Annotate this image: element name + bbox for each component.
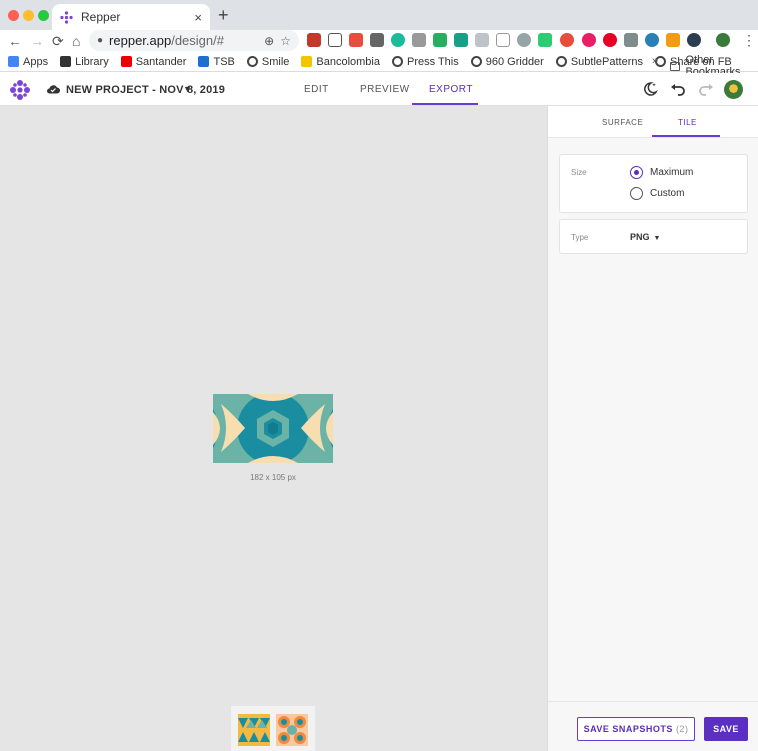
bookmark-bancolombia[interactable]: Bancolombia	[301, 56, 380, 68]
user-avatar[interactable]	[724, 80, 743, 99]
browser-tab-strip: Repper × +	[0, 0, 758, 30]
extension-badge-icon[interactable]	[349, 33, 363, 47]
tab-preview[interactable]: PREVIEW	[360, 84, 410, 95]
folder-icon	[670, 61, 681, 71]
globe-icon	[470, 56, 482, 67]
address-bar[interactable]: ● repper.app/design/# ⊕ ☆	[89, 30, 299, 51]
heart-icon[interactable]	[560, 33, 574, 47]
pinterest-icon[interactable]	[603, 33, 617, 47]
tab-title: Repper	[81, 10, 121, 24]
size-label: Size	[571, 168, 587, 177]
undo-icon[interactable]	[670, 81, 686, 97]
new-tab-button[interactable]: +	[218, 5, 229, 26]
bookmark-santander[interactable]: Santander	[120, 56, 186, 68]
apps-grid-icon	[8, 56, 19, 67]
bookmark-library[interactable]: Library	[60, 56, 109, 68]
panel-tab-bar: SURFACE TILE	[548, 106, 758, 138]
extension-icon[interactable]	[517, 33, 531, 47]
export-settings-panel: SURFACE TILE Size Maximum Custom Type PN…	[547, 106, 758, 751]
tab-edit[interactable]: EDIT	[304, 84, 329, 95]
radio-checked-icon[interactable]	[630, 166, 643, 179]
pocket-icon[interactable]	[328, 33, 342, 47]
save-snapshots-button[interactable]: SAVE SNAPSHOTS (2)	[577, 717, 695, 741]
size-card: Size Maximum Custom	[559, 154, 748, 213]
close-window-button[interactable]	[8, 10, 19, 21]
bookmark-press-this[interactable]: Press This	[391, 56, 459, 68]
save-button[interactable]: SAVE	[704, 717, 748, 741]
maximize-window-button[interactable]	[38, 10, 49, 21]
tab-close-icon[interactable]: ×	[194, 10, 202, 25]
extension-icon[interactable]	[454, 33, 468, 47]
extension-icon[interactable]	[475, 33, 489, 47]
install-icon[interactable]: ⊕	[264, 34, 274, 48]
more-bookmarks-icon[interactable]: »	[652, 55, 658, 67]
bookmark-subtlepatterns[interactable]: SubtlePatterns	[555, 56, 643, 68]
type-select[interactable]: PNG ▼	[630, 232, 660, 242]
snapshot-thumbnail[interactable]	[276, 714, 308, 746]
project-menu-caret-icon[interactable]: ▼	[183, 84, 192, 94]
snapshot-thumbnail[interactable]	[238, 714, 270, 746]
tile-size-label: 182 x 105 px	[250, 473, 296, 482]
active-panel-tab-indicator	[652, 135, 720, 137]
extension-icon[interactable]	[433, 33, 447, 47]
extension-icon[interactable]	[624, 33, 638, 47]
repper-favicon-icon	[60, 10, 73, 24]
panel-footer: SAVE SNAPSHOTS (2) SAVE	[548, 701, 758, 751]
lock-icon: ●	[97, 35, 104, 46]
extension-icon[interactable]	[666, 33, 680, 47]
bookmarks-bar: Apps Library Santander TSB Smile Bancolo…	[0, 52, 758, 78]
extension-icon[interactable]	[645, 33, 659, 47]
radio-unchecked-icon[interactable]	[630, 187, 643, 200]
grammarly-icon[interactable]	[391, 33, 405, 47]
extension-icon[interactable]	[687, 33, 701, 47]
extension-icon[interactable]	[538, 33, 552, 47]
bookmark-smile[interactable]: Smile	[246, 56, 289, 68]
bookmark-apps[interactable]: Apps	[8, 56, 48, 68]
size-option-custom[interactable]: Custom	[630, 187, 684, 200]
redo-icon[interactable]	[698, 81, 714, 97]
repper-logo-icon[interactable]	[10, 80, 30, 100]
design-canvas: 182 x 105 px	[0, 106, 547, 751]
globe-icon	[555, 56, 567, 67]
chevron-down-icon: ▼	[653, 235, 661, 242]
forward-arrow-icon[interactable]: →	[30, 31, 44, 51]
type-card: Type PNG ▼	[559, 219, 748, 254]
project-title[interactable]: NEW PROJECT - NOV 8, 2019	[66, 84, 225, 96]
tsb-icon	[198, 56, 210, 67]
tab-tile[interactable]: TILE	[678, 118, 697, 127]
app-header: NEW PROJECT - NOV 8, 2019 ▼ EDIT PREVIEW…	[0, 73, 758, 106]
dark-mode-moon-icon[interactable]	[642, 81, 658, 97]
globe-icon	[246, 56, 258, 67]
font-icon[interactable]	[496, 33, 510, 47]
extension-icon[interactable]	[370, 33, 384, 47]
browser-tab-repper[interactable]: Repper ×	[52, 4, 210, 30]
bookmark-tsb[interactable]: TSB	[198, 56, 235, 68]
url-text: repper.app/design/#	[109, 33, 224, 48]
cloud-saved-icon	[47, 85, 60, 94]
back-arrow-icon[interactable]: ←	[8, 31, 22, 51]
library-icon	[60, 56, 72, 67]
size-option-maximum[interactable]: Maximum	[630, 166, 693, 179]
snapshot-strip	[231, 706, 315, 751]
bancolombia-icon	[301, 56, 313, 67]
tab-surface[interactable]: SURFACE	[602, 118, 643, 127]
extension-icon[interactable]	[582, 33, 596, 47]
santander-icon	[120, 56, 132, 67]
browser-toolbar: ← → ⟳ ⌂ ● repper.app/design/# ⊕ ☆ ⋮	[0, 30, 758, 52]
tab-export[interactable]: EXPORT	[429, 84, 473, 95]
type-label: Type	[571, 233, 589, 242]
active-tab-indicator	[412, 103, 478, 105]
minimize-window-button[interactable]	[23, 10, 34, 21]
eyedropper-icon[interactable]	[412, 33, 426, 47]
reload-icon[interactable]: ⟳	[52, 31, 64, 51]
home-icon[interactable]: ⌂	[72, 31, 80, 51]
profile-avatar-icon[interactable]	[716, 33, 730, 47]
bookmark-960-gridder[interactable]: 960 Gridder	[470, 56, 544, 68]
bookmark-star-icon[interactable]: ☆	[280, 34, 291, 48]
pattern-tile-preview	[213, 394, 333, 463]
browser-menu-icon[interactable]: ⋮	[742, 32, 756, 49]
globe-icon	[391, 56, 403, 67]
extension-icon[interactable]	[307, 33, 321, 47]
